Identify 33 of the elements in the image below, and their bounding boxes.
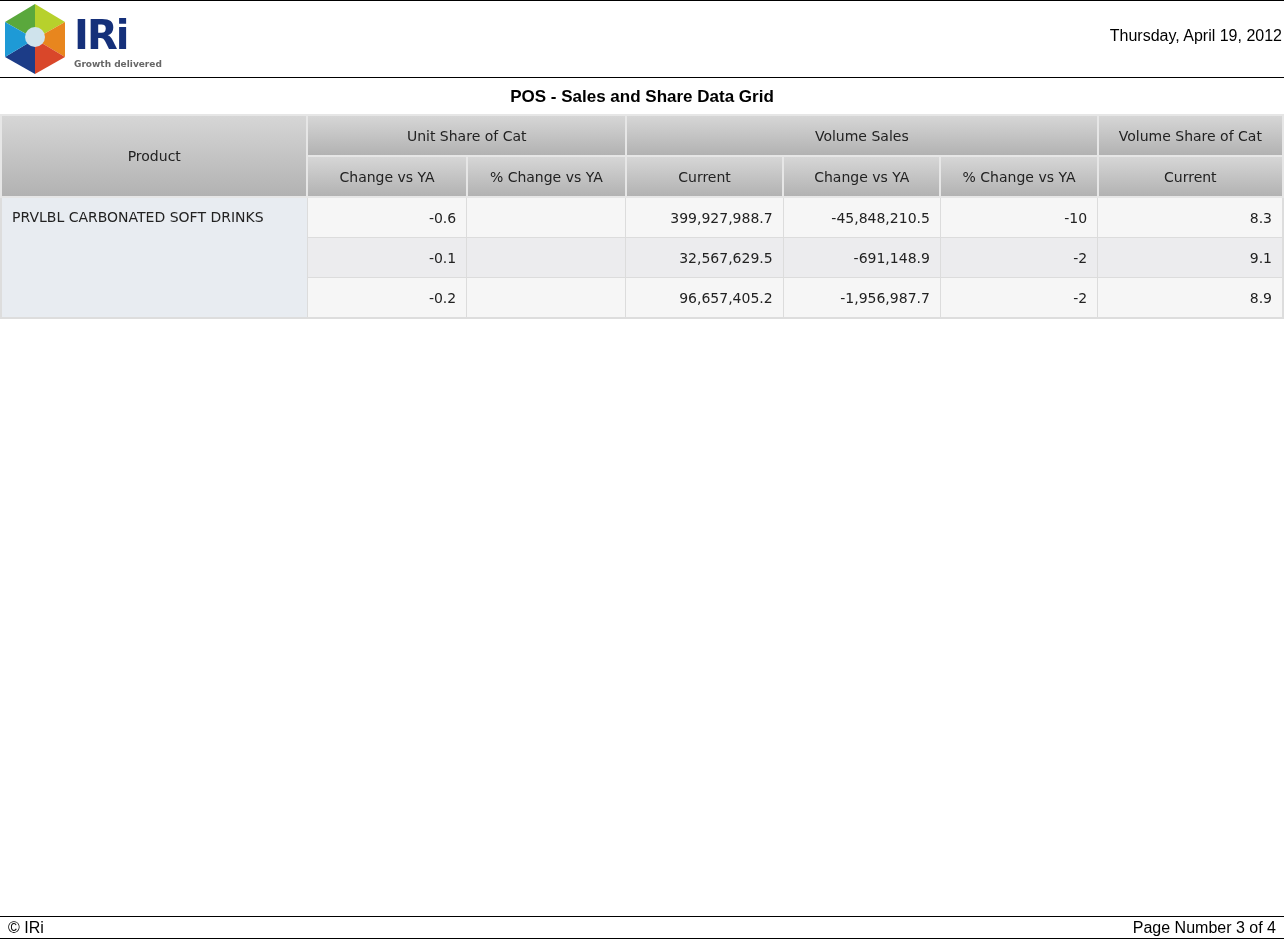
- column-header: % Change vs YA: [466, 156, 626, 197]
- table-cell: -2: [940, 277, 1098, 318]
- table-cell: 8.3: [1097, 197, 1283, 238]
- table-cell: 8.9: [1097, 277, 1283, 318]
- column-header: Change vs YA: [307, 156, 467, 197]
- column-header: Current: [625, 156, 784, 197]
- table-cell: -2: [940, 237, 1098, 278]
- table-cell: -0.1: [307, 237, 467, 278]
- column-group-header: Unit Share of Cat: [307, 115, 626, 156]
- column-header: % Change vs YA: [940, 156, 1098, 197]
- table-cell: -45,848,210.5: [783, 197, 941, 238]
- copyright-text: © IRi: [8, 918, 44, 937]
- page-number: Page Number 3 of 4: [1132, 918, 1276, 937]
- column-header: Product: [1, 115, 308, 197]
- hexagon-logo-icon: [2, 2, 68, 76]
- report-title: POS - Sales and Share Data Grid: [509, 86, 775, 108]
- table-cell: 9.1: [1097, 237, 1283, 278]
- report-date: Thursday, April 19, 2012: [1109, 27, 1282, 45]
- column-group-header: Volume Share of Cat: [1097, 115, 1283, 156]
- table-cell: 399,927,988.7: [625, 197, 784, 238]
- table-cell: 96,657,405.2: [625, 277, 784, 318]
- table-cell: -10: [940, 197, 1098, 238]
- logo-wordmark: IRi: [74, 15, 128, 55]
- table-cell: -691,148.9: [783, 237, 941, 278]
- column-header: Change vs YA: [783, 156, 941, 197]
- table-cell: -1,956,987.7: [783, 277, 941, 318]
- table-cell: 32,567,629.5: [625, 237, 784, 278]
- product-cell: PRVLBL CARBONATED SOFT DRINKS: [1, 197, 308, 318]
- table-cell: -0.2: [307, 277, 467, 318]
- column-group-header: Volume Sales: [625, 115, 1098, 156]
- table-cell: -0.6: [307, 197, 467, 238]
- logo-tagline: Growth delivered: [74, 59, 162, 69]
- column-header: Current: [1097, 156, 1283, 197]
